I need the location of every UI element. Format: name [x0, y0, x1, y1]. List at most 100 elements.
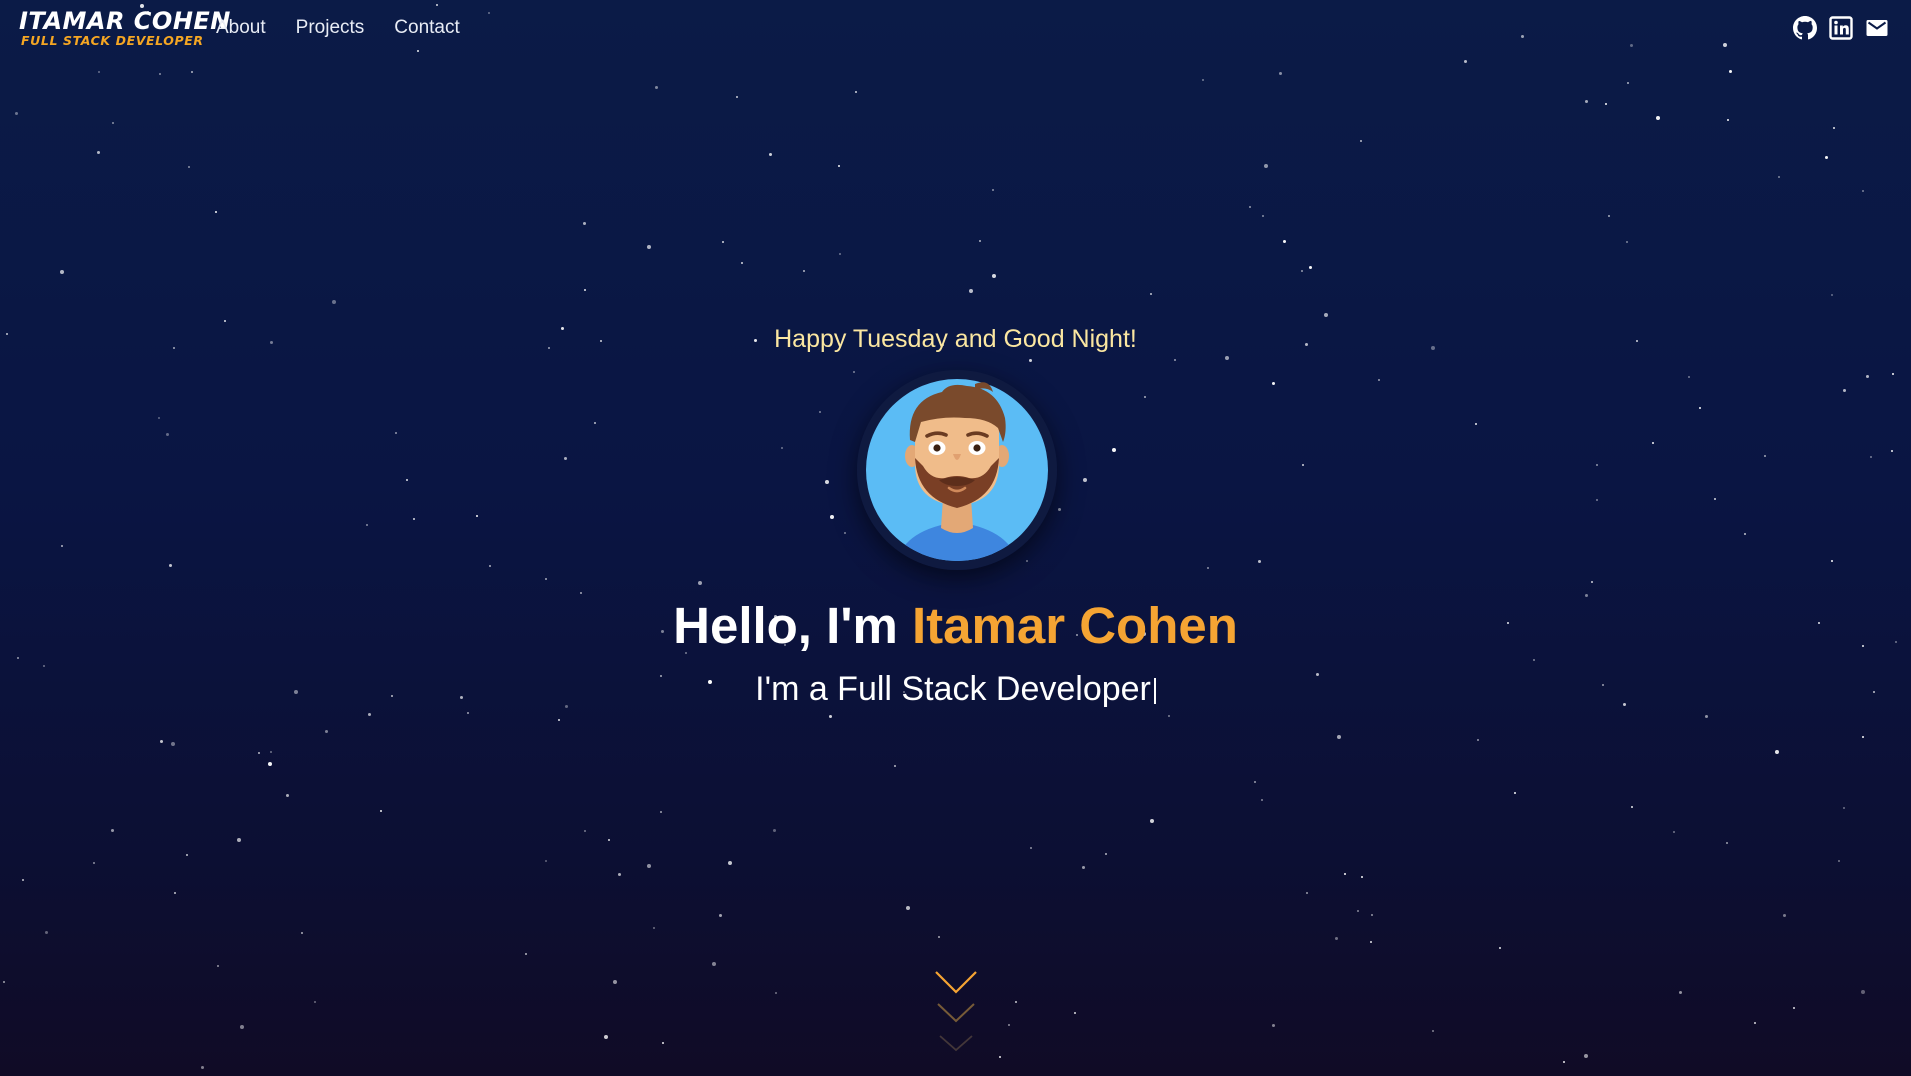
star [489, 565, 491, 567]
star [1783, 914, 1786, 917]
star [1279, 72, 1282, 75]
star [1357, 910, 1359, 912]
star [728, 861, 732, 865]
star [1074, 1012, 1076, 1014]
star [1499, 947, 1501, 949]
star [1584, 1054, 1588, 1058]
star [45, 931, 48, 934]
star [775, 992, 777, 994]
star [1360, 140, 1362, 142]
star [169, 564, 172, 567]
nav-link-contact[interactable]: Contact [394, 17, 459, 39]
star [174, 892, 176, 894]
star [608, 839, 610, 841]
star [712, 962, 716, 966]
star [830, 515, 834, 519]
star [112, 122, 114, 124]
star [1272, 382, 1275, 385]
social-links [1793, 16, 1889, 40]
star [618, 873, 621, 876]
star [1475, 423, 1477, 425]
star [1862, 190, 1864, 192]
star [1514, 792, 1516, 794]
star [1324, 313, 1328, 317]
star [1082, 866, 1085, 869]
hero-tagline-text: I'm a Full Stack Developer [755, 670, 1151, 708]
star [1775, 750, 1779, 754]
star [1477, 739, 1479, 741]
star [781, 447, 783, 449]
nav-link-about[interactable]: About [216, 17, 266, 39]
star [1105, 853, 1107, 855]
star [992, 274, 996, 278]
star [979, 240, 981, 242]
star [3, 981, 5, 983]
star [413, 518, 415, 520]
star [1891, 450, 1893, 452]
github-icon[interactable] [1793, 16, 1817, 40]
site-header: ITAMAR COHEN FULL STACK DEVELOPER About … [0, 0, 1911, 62]
star [558, 719, 560, 721]
star [258, 752, 260, 754]
star [1679, 991, 1682, 994]
star [325, 730, 328, 733]
star [1262, 215, 1264, 217]
star [1699, 407, 1701, 409]
star [270, 751, 272, 753]
star [969, 289, 973, 293]
greeting-text: Happy Tuesday and Good Night! [774, 325, 1137, 353]
star [406, 479, 408, 481]
developer-avatar [857, 370, 1057, 570]
star [1361, 876, 1363, 878]
star [476, 515, 478, 517]
star [1030, 847, 1032, 849]
star [1533, 659, 1535, 661]
star [1726, 842, 1728, 844]
star [159, 73, 161, 75]
star [1831, 560, 1833, 562]
star [97, 151, 100, 154]
linkedin-icon[interactable] [1829, 16, 1853, 40]
star [1656, 116, 1660, 120]
star [769, 153, 772, 156]
star [43, 665, 45, 667]
star [191, 71, 193, 73]
star [1144, 396, 1146, 398]
star [93, 862, 95, 864]
star [1371, 914, 1373, 916]
star [584, 289, 586, 291]
star [186, 854, 188, 856]
chevron-down-icon[interactable] [934, 968, 978, 1058]
star [1249, 206, 1251, 208]
star [17, 657, 19, 659]
star [60, 270, 64, 274]
star [1714, 498, 1716, 500]
star [1309, 266, 1312, 269]
nav-link-projects[interactable]: Projects [296, 17, 365, 39]
star [268, 762, 272, 766]
star [1838, 860, 1840, 862]
star [838, 165, 840, 167]
star [158, 417, 160, 419]
star [1626, 241, 1628, 243]
star [366, 524, 368, 526]
star [1605, 103, 1607, 105]
star [1150, 819, 1154, 823]
mail-icon[interactable] [1865, 16, 1889, 40]
star [1754, 1022, 1756, 1024]
star [662, 1042, 664, 1044]
star [1866, 375, 1869, 378]
star [1870, 456, 1872, 458]
star [829, 715, 832, 718]
star [844, 532, 846, 534]
star [839, 253, 841, 255]
star [224, 320, 226, 322]
star [773, 829, 776, 832]
site-logo[interactable]: ITAMAR COHEN FULL STACK DEVELOPER [19, 8, 230, 48]
star [613, 980, 617, 984]
star [1631, 806, 1633, 808]
star [1705, 715, 1708, 718]
star [395, 432, 397, 434]
star [61, 545, 63, 547]
star [698, 581, 702, 585]
